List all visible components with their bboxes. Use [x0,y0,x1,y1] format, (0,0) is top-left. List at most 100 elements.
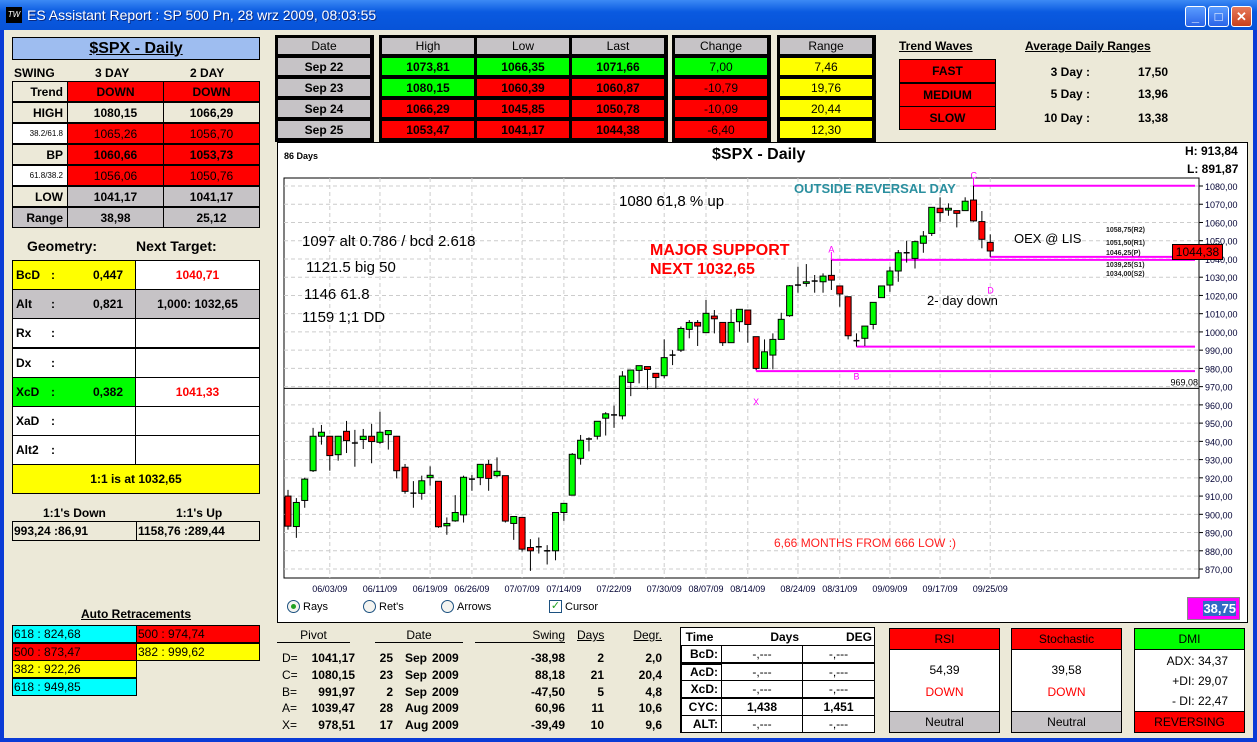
rsi-value: 54,39 [929,662,960,677]
cursor-value: 38,75 [1203,601,1236,616]
rsi-body: 54,39 DOWN [889,649,1000,712]
floor-pivot-label: 1051,50(R1) [1106,240,1145,247]
swing-3day-value: 38,98 [67,207,164,228]
radio-selected-icon[interactable] [287,600,300,613]
y-tick-label: 980,00 [1205,364,1233,374]
column-header-change: Change [674,37,768,55]
candle-body [501,475,509,522]
daily-cell-low: 1045,85 [476,99,570,118]
floor-pivot-label: 1034,00(S2) [1106,271,1145,278]
checkmark-icon[interactable]: ✓ [549,600,562,613]
y-tick-label: 920,00 [1205,474,1233,484]
cursor-value-field[interactable]: 38,75 [1187,597,1240,620]
rays-radio[interactable]: Rays [287,600,328,613]
daily-cell-last: 1071,66 [571,57,665,76]
stoch-body: 39,58 DOWN [1011,649,1122,712]
geometry-ratio: 0,382 [92,384,123,399]
pivot-cell: Sep [405,684,428,699]
geometry-colon: : [51,297,55,312]
geometry-row-xad: XaD: [12,406,136,436]
pivot-cell: 28 [379,701,393,716]
x-tick-label: 08/24/09 [780,584,815,594]
dmi-header: DMI [1134,628,1245,650]
daily-cell-range: 7,46 [779,57,873,76]
candle-body [761,351,769,369]
time-cell: 1,438 [721,697,803,716]
x-tick-label: 09/25/09 [973,584,1008,594]
x-tick-label: 08/07/09 [688,584,723,594]
close-button[interactable]: ✕ [1231,6,1252,27]
pivot-cell: 23 [379,667,393,682]
next-target-value: 1041,33 [135,376,260,407]
candle-body [618,375,626,417]
time-cell: XcD: [681,680,722,698]
retracement-level: 382 : 922,26 [12,660,137,678]
geometry-colon: : [51,414,55,428]
y-tick-label: 1010,00 [1205,310,1238,320]
swing-title: $SPX - Daily [12,37,260,60]
swing-row-label: 61.8/38.2 [12,165,68,186]
pivot-header-0: Pivot [277,628,350,643]
y-tick-label: 990,00 [1205,346,1233,356]
candle-body [928,206,936,234]
pivot-cell: 2009 [432,718,459,733]
rets-radio[interactable]: Ret's [363,600,404,613]
candle-body [970,199,978,222]
daily-cell-last: 1044,38 [571,120,665,139]
geometry-colon: : [51,384,55,399]
note-1121: 1121.5 big 50 [306,259,396,276]
candlestick-chart[interactable]: 1080,001070,001060,001050,001040,001030,… [277,142,1248,623]
dmi-body: ADX: 34,37 +DI: 29,07 - DI: 22,47 [1134,649,1245,712]
trend-waves-title: Trend Waves [899,39,973,53]
low-readout: L: 891,87 [1187,162,1239,176]
time-cell: -,--- [721,662,803,681]
minimize-button[interactable]: _ [1185,6,1206,27]
candle-body [434,480,442,528]
chart-title: $SPX - Daily [712,146,806,163]
pivot-cell: 2009 [432,667,459,682]
geometry-row-rx: Rx: [12,318,136,349]
window-title: ES Assistant Report : SP 500 Pn, 28 wrz … [27,7,377,23]
arrows-radio[interactable]: Arrows [441,600,491,613]
candle-body [827,274,835,281]
stoch-status: Neutral [1011,711,1122,733]
pivot-cell: 4,8 [645,684,662,699]
y-tick-label: 1020,00 [1205,291,1238,301]
daily-cell-low: 1060,39 [476,78,570,97]
candle-body [961,200,969,212]
pivot-cell: Aug [405,718,429,733]
daily-cell-high: 1066,29 [381,99,475,118]
stoch-direction: DOWN [1047,684,1086,699]
avg-range-value: 13,96 [1138,87,1169,101]
y-tick-label: 910,00 [1205,492,1233,502]
swing-2day-value: 1041,17 [163,186,260,207]
pivot-cell: 11 [591,701,604,716]
candle-body [702,312,710,334]
pivot-cell: 17 [379,718,393,733]
rays-label: Rays [303,600,329,613]
y-tick-label: 880,00 [1205,547,1233,557]
candle-body [510,516,518,524]
pivot-cell: 2009 [432,651,459,665]
geometry-row-alt2: Alt2: [12,435,136,466]
maximize-button[interactable]: □ [1208,6,1229,27]
x-tick-label: 07/22/09 [597,584,632,594]
candle-body [602,413,610,419]
one-to-one-down-label: 1:1's Down [43,506,106,520]
time-cell: -,--- [802,680,875,698]
next-target-label: Next Target: [136,238,217,254]
swing-3day-value: 1041,17 [67,186,164,207]
geometry-row-dx: Dx: [12,347,136,378]
geometry-colon: : [51,268,55,282]
candle-body [769,338,777,356]
daily-cell-high: 1053,47 [381,120,475,139]
radio-icon[interactable] [363,600,376,613]
swing-3day-value: DOWN [67,81,164,102]
cursor-checkbox[interactable]: ✓ Cursor [549,600,598,613]
pivot-cell: Aug [405,701,429,716]
time-cell: BcD: [681,645,722,663]
retracement-level: 618 : 949,85 [12,677,137,696]
swing-row-label: HIGH [12,102,68,123]
radio-icon[interactable] [441,600,454,613]
candle-body [526,547,534,552]
